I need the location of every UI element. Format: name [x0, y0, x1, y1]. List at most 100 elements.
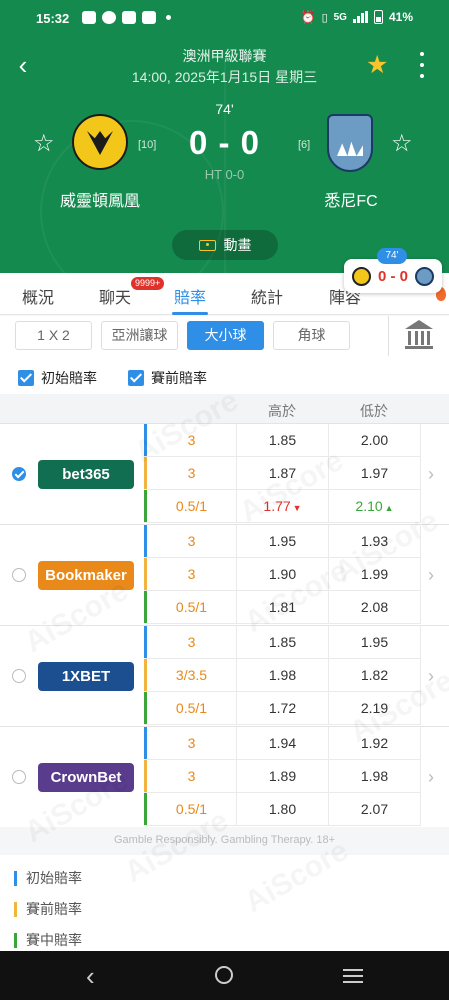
- away-team-name[interactable]: 悉尼FC: [281, 187, 421, 211]
- legend-pre-match: 賽前賠率: [14, 899, 82, 919]
- odds-row[interactable]: 3 1.89 1.98: [144, 760, 421, 793]
- chevron-right-icon[interactable]: ›: [428, 666, 434, 687]
- over-odds-value: 1.85: [268, 634, 297, 650]
- odds-row[interactable]: 3 1.90 1.99: [144, 558, 421, 591]
- goal-line: 3: [187, 465, 196, 481]
- bookmaker-logo: 1XBET: [38, 662, 134, 691]
- odds-row[interactable]: 3 1.85 1.95: [144, 626, 421, 659]
- over-odds: 1.72: [236, 692, 328, 725]
- tab-odds[interactable]: 賠率: [174, 284, 206, 308]
- odds-row[interactable]: 3 1.85 2.00: [144, 424, 421, 457]
- more-notifications-icon: [166, 15, 171, 20]
- odds-row[interactable]: 0.5/1 1.80 2.07: [144, 793, 421, 826]
- legend-pre-swatch: [14, 901, 17, 917]
- nav-recents-icon[interactable]: [343, 969, 363, 983]
- over-odds-value: 1.94: [268, 735, 297, 751]
- over-odds-value: 1.89: [268, 768, 297, 784]
- legend-initial-label: 初始賠率: [26, 870, 82, 886]
- match-score: 0 - 0: [188, 124, 261, 161]
- nav-home-icon[interactable]: [215, 966, 233, 984]
- under-odds: 1.82: [328, 659, 421, 692]
- radio-unselected-icon[interactable]: [12, 770, 26, 784]
- away-team-rank: [6]: [298, 139, 311, 151]
- odds-row[interactable]: 3 1.87 1.97: [144, 457, 421, 490]
- bookmaker-block[interactable]: 1XBET 3 1.85 1.95 3/3.5 1.98 1.82 0.5/1 1.72 2.19…: [0, 625, 449, 726]
- status-bar: 15:32 ⏰ ▯ 5G 41%: [0, 0, 449, 36]
- goal-line: 0.5/1: [175, 498, 208, 514]
- chevron-right-icon[interactable]: ›: [428, 767, 434, 788]
- system-nav-bar: ‹: [0, 951, 449, 1000]
- legend-live-label: 賽中賠率: [26, 932, 82, 948]
- odds-row[interactable]: 0.5/1 1.77 ▼ 2.10 ▲: [144, 490, 421, 523]
- over-odds: 1.89: [236, 760, 328, 793]
- follow-away-star-icon[interactable]: ☆: [391, 130, 413, 158]
- over-odds: 1.85: [236, 424, 328, 457]
- more-vertical-icon[interactable]: [417, 52, 427, 78]
- radio-selected-icon[interactable]: [12, 467, 26, 481]
- arrow-up-icon: ▲: [384, 503, 394, 513]
- odds-row[interactable]: 0.5/1 1.81 2.08: [144, 591, 421, 624]
- x-notification-icon: [142, 11, 156, 24]
- goal-line: 3: [187, 768, 196, 784]
- chat-notification-icon: [102, 11, 116, 24]
- over-odds-value: 1.98: [268, 667, 297, 683]
- home-team-name[interactable]: 威靈頓鳳凰: [30, 187, 170, 211]
- over-odds: 1.81: [236, 591, 328, 624]
- gambling-disclaimer: Gamble Responsibly. Gambling Therapy. 18…: [113, 834, 336, 846]
- odds-row[interactable]: 3 1.94 1.92: [144, 727, 421, 760]
- over-odds-value: 1.81: [268, 599, 297, 615]
- network-type: 5G: [333, 11, 347, 23]
- filter-pre-match-odds[interactable]: 賽前賠率: [128, 368, 207, 388]
- radio-unselected-icon[interactable]: [12, 568, 26, 582]
- live-score-pill[interactable]: 0 - 0: [344, 259, 442, 293]
- nav-back-icon[interactable]: ‹: [86, 963, 95, 989]
- chevron-right-icon[interactable]: ›: [428, 565, 434, 586]
- legend-live-swatch: [14, 932, 17, 948]
- bookmaker-block[interactable]: CrownBet 3 1.94 1.92 3 1.89 1.98 0.5/1 1.80 2.07 ›: [0, 726, 449, 827]
- filter-pre-match-label: 賽前賠率: [151, 370, 207, 386]
- goal-line: 3: [187, 432, 196, 448]
- under-odds-value: 1.99: [360, 566, 389, 582]
- odds-table-header: 高於 低於: [0, 394, 449, 423]
- under-odds-value: 1.93: [360, 533, 389, 549]
- tab-stats[interactable]: 統計: [251, 284, 283, 308]
- match-header: 15:32 ⏰ ▯ 5G 41% ‹ 澳洲甲級聯賽 14:00, 2025年1月…: [0, 0, 449, 273]
- odds-row[interactable]: 3 1.95 1.93: [144, 525, 421, 558]
- under-odds-value: 1.82: [360, 667, 389, 683]
- bookmaker-block[interactable]: Bookmaker 3 1.95 1.93 3 1.90 1.99 0.5/1 1.81 2.08…: [0, 524, 449, 625]
- over-odds-value: 1.87: [268, 465, 297, 481]
- under-odds: 2.19: [328, 692, 421, 725]
- chip-corners[interactable]: 角球: [273, 321, 350, 350]
- over-odds-value: 1.90: [268, 566, 297, 582]
- goal-line: 0.5/1: [175, 700, 208, 716]
- match-minute: 74': [215, 101, 234, 117]
- odds-row[interactable]: 3/3.5 1.98 1.82: [144, 659, 421, 692]
- away-team-logo[interactable]: [327, 114, 373, 172]
- checkbox-checked-icon: [128, 370, 144, 386]
- animation-button[interactable]: 動畫: [172, 230, 278, 260]
- chip-1x2[interactable]: 1 X 2: [15, 321, 92, 350]
- filter-initial-odds[interactable]: 初始賠率: [18, 368, 97, 388]
- goal-line: 3: [187, 634, 196, 650]
- status-time: 15:32: [36, 11, 70, 26]
- bookmaker-block[interactable]: bet365 3 1.85 2.00 3 1.87 1.97 0.5/1 1.77 ▼ 2.10 ▲ ›: [0, 423, 449, 524]
- under-odds: 1.97: [328, 457, 421, 490]
- signal-icon: [352, 11, 368, 23]
- legend-in-play: 賽中賠率: [14, 930, 82, 950]
- tab-overview[interactable]: 概況: [22, 284, 54, 308]
- chip-asian-handicap[interactable]: 亞洲讓球: [101, 321, 178, 350]
- favorite-star-icon[interactable]: ★: [366, 52, 388, 78]
- odds-row[interactable]: 0.5/1 1.72 2.19: [144, 692, 421, 725]
- under-odds-value: 1.95: [360, 634, 389, 650]
- under-odds: 1.93: [328, 525, 421, 558]
- over-odds-value: 1.80: [268, 801, 297, 817]
- tab-chat[interactable]: 聊天: [99, 284, 131, 308]
- under-odds-value: 2.19: [360, 700, 389, 716]
- bookmaker-logo: CrownBet: [38, 763, 134, 792]
- chevron-right-icon[interactable]: ›: [428, 464, 434, 485]
- under-odds-value: 1.92: [360, 735, 389, 751]
- over-odds-value: 1.77: [263, 498, 291, 514]
- radio-unselected-icon[interactable]: [12, 669, 26, 683]
- chip-over-under[interactable]: 大小球: [187, 321, 264, 350]
- bank-icon[interactable]: [405, 320, 433, 350]
